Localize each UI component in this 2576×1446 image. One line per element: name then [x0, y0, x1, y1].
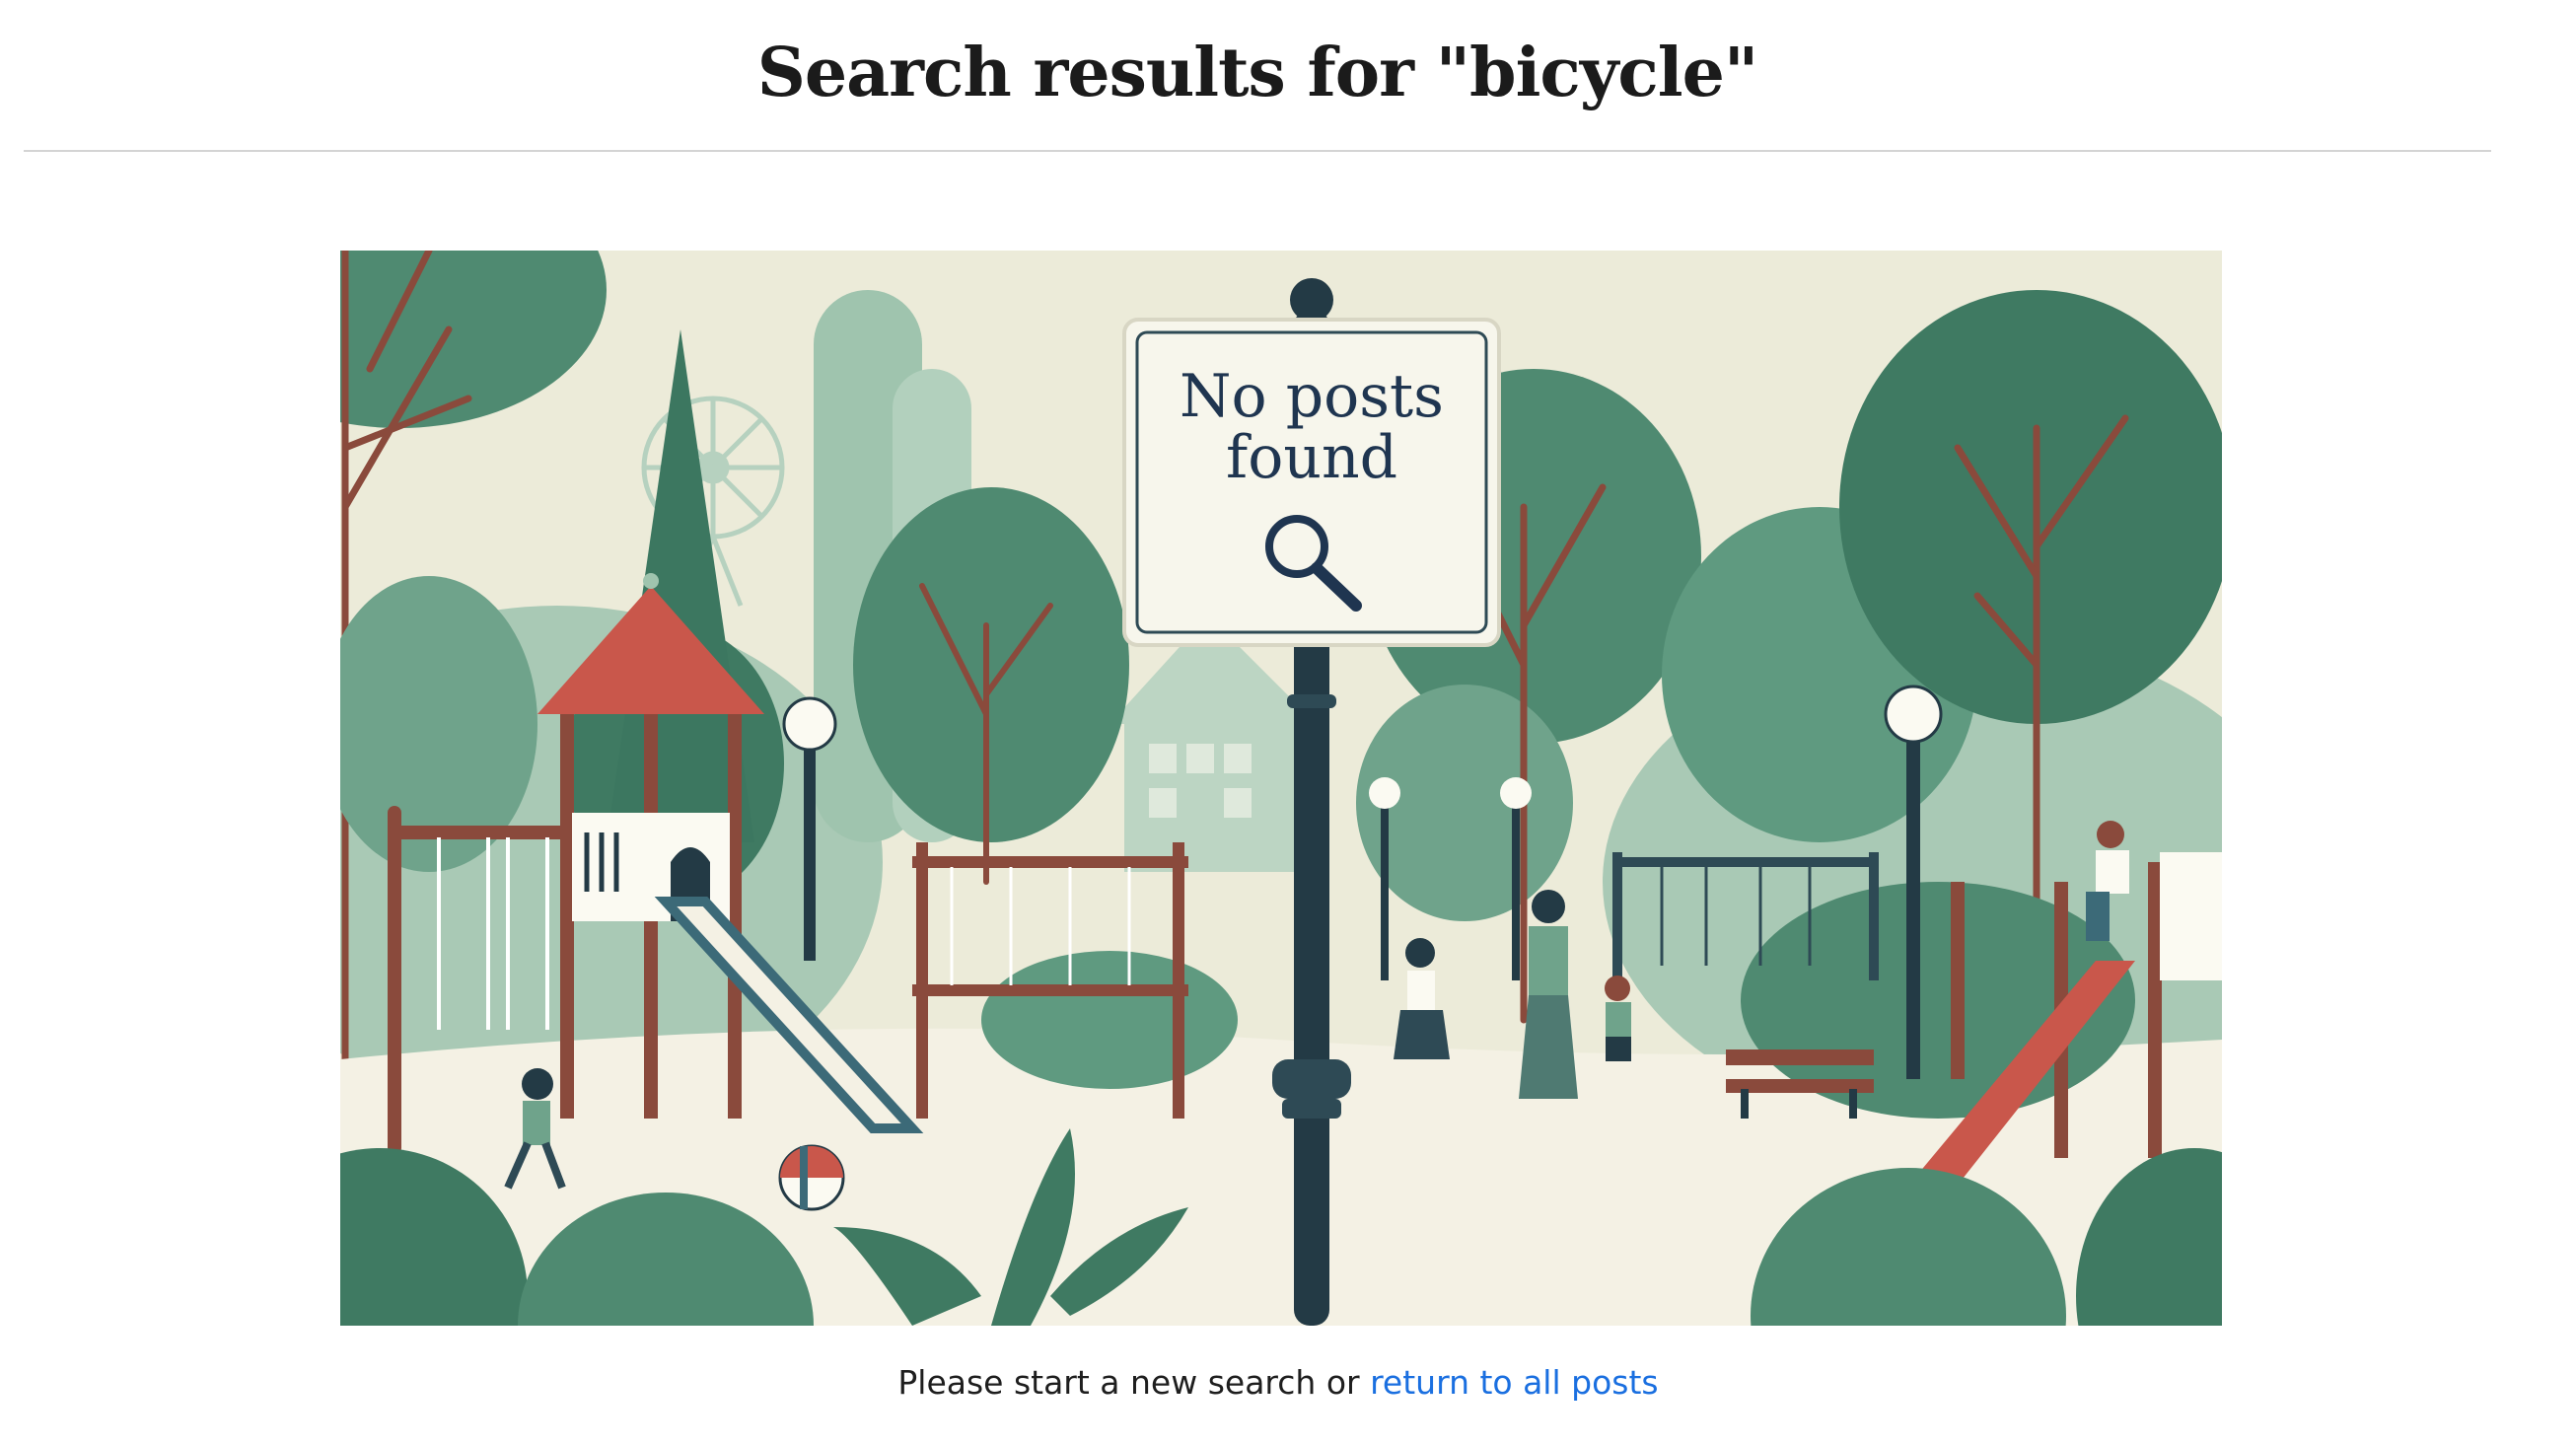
page-title: Search results for "bicycle": [756, 34, 1759, 112]
sign-line-1: No posts: [1180, 362, 1444, 431]
ball-icon: [778, 1144, 845, 1211]
message-prefix: Please start a new search or: [897, 1363, 1371, 1402]
empty-results-message: Please start a new search or return to a…: [0, 1355, 2556, 1410]
sign-line-2: found: [1226, 423, 1397, 492]
person-boy: [1605, 976, 1631, 1061]
header-divider: [24, 150, 2491, 152]
page-header: Search results for "bicycle": [0, 0, 2576, 152]
return-to-all-posts-link[interactable]: return to all posts: [1370, 1363, 1659, 1402]
no-posts-sign: No posts found: [1122, 318, 1501, 647]
bush-mid: [981, 951, 1238, 1089]
tree-center-left: [853, 487, 1129, 842]
no-results-illustration: No posts found: [340, 251, 2222, 1326]
